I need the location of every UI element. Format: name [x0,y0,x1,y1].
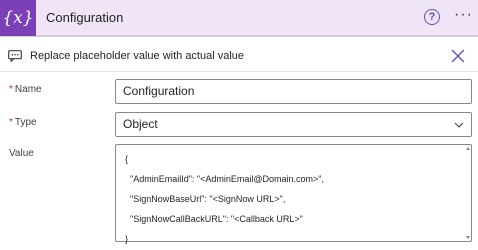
value-label: Value [9,148,34,159]
required-mark: * [9,117,13,128]
value-line: { [125,154,129,164]
comment-icon [8,50,22,62]
value-textarea[interactable]: { "AdminEmailId": "<AdminEmail@Domain.co… [115,144,472,244]
type-label-text: Type [14,117,37,128]
value-line: "AdminEmailId": "<AdminEmail@Domain.com>… [125,174,324,184]
chevron-down-icon[interactable] [454,120,464,130]
type-dropdown[interactable]: Object [115,112,472,137]
close-icon[interactable] [450,48,466,64]
value-line: } [125,234,129,244]
type-label: * Type [9,117,37,128]
value-label-text: Value [9,148,34,159]
value-line: "SignNowCallBackURL": "<Callback URL>" [125,214,303,224]
action-title: Configuration [46,10,124,25]
name-input-value: Configuration [123,84,195,98]
variable-icon: {x} [0,0,36,36]
required-mark: * [9,84,13,95]
name-label-text: Name [14,84,42,95]
divider [0,71,478,72]
name-label: * Name [9,84,42,95]
placeholder-notice-text: Replace placeholder value with actual va… [30,50,245,62]
action-header[interactable]: {x} Configuration ? ··· [0,0,478,36]
help-icon[interactable]: ? [424,9,440,25]
scrollbar[interactable] [465,145,471,241]
more-options-icon[interactable]: ··· [454,6,473,24]
value-line: "SignNowBaseUrl": "<SignNow URL>", [125,194,286,204]
name-input[interactable]: Configuration [115,79,472,104]
placeholder-notice: Replace placeholder value with actual va… [0,44,478,70]
type-dropdown-value: Object [123,117,158,131]
